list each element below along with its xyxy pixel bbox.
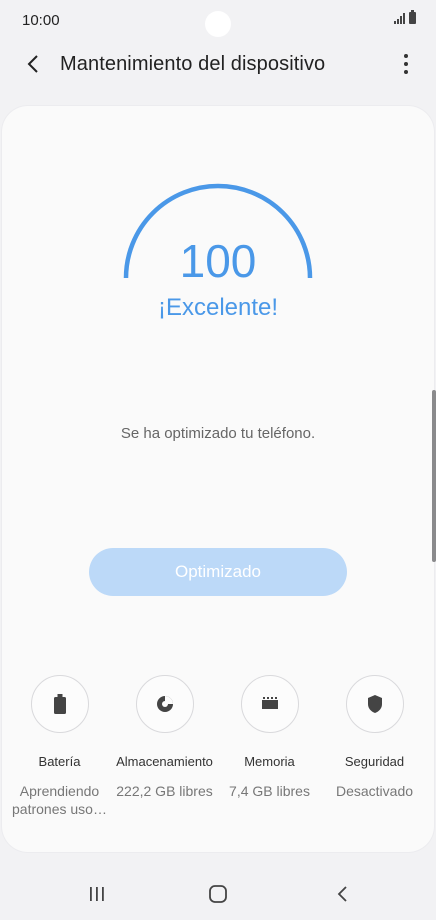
storage-tile-icon-button[interactable] — [135, 675, 194, 733]
memory-tile-value: 7,4 GB libres — [229, 783, 310, 799]
shield-icon — [367, 695, 382, 713]
front-camera-cutout — [205, 11, 231, 37]
security-tile-icon-button[interactable] — [345, 675, 404, 733]
security-tile-label: Seguridad — [344, 754, 405, 769]
pie-chart-icon — [156, 696, 173, 712]
page-title: Mantenimiento del dispositivo — [60, 53, 326, 75]
scrollbar-thumb[interactable] — [432, 390, 436, 562]
status-time: 10:00 — [22, 12, 60, 29]
status-message: Se ha optimizado tu teléfono. — [120, 425, 316, 442]
recent-apps-icon — [90, 887, 104, 901]
memory-tile-icon-button[interactable] — [240, 675, 299, 733]
signal-icon — [394, 12, 405, 24]
recent-apps-button[interactable] — [86, 884, 108, 909]
maintenance-card: 100 ¡Excelente! Se ha optimizado tu telé… — [2, 106, 434, 852]
battery-status-icon — [409, 10, 416, 24]
status-icons — [394, 10, 416, 24]
memory-tile-label: Memoria — [244, 754, 295, 769]
security-tile[interactable]: Seguridad Desactivado — [322, 675, 427, 800]
score-value: 100 — [179, 235, 257, 287]
home-icon — [209, 885, 227, 903]
more-dot — [404, 70, 408, 74]
security-tile-value: Desactivado — [335, 783, 414, 799]
back-button[interactable] — [20, 48, 50, 80]
more-options-button[interactable] — [398, 50, 414, 78]
storage-tile[interactable]: Almacenamiento 222,2 GB libres — [112, 675, 217, 800]
more-dot — [404, 54, 408, 58]
memory-chip-icon — [261, 697, 278, 709]
home-button[interactable] — [207, 884, 229, 909]
battery-icon — [53, 694, 66, 714]
chevron-left-icon — [27, 55, 38, 73]
status-bar: 10:00 — [0, 0, 436, 40]
storage-tile-value: 222,2 GB libres — [116, 783, 213, 799]
memory-tile[interactable]: Memoria 7,4 GB libres — [217, 675, 322, 800]
navigation-bar — [0, 870, 436, 920]
battery-tile-label: Batería — [38, 754, 81, 769]
battery-tile-value: Aprendiendo patrones uso… — [12, 783, 107, 817]
back-arrow-icon — [337, 886, 347, 902]
optimized-button[interactable]: Optimizado — [89, 548, 347, 596]
score-rating: ¡Excelente! — [157, 294, 279, 321]
storage-tile-label: Almacenamiento — [116, 754, 213, 769]
battery-tile-icon-button[interactable] — [30, 675, 89, 733]
battery-tile[interactable]: Batería Aprendiendo patrones uso… — [7, 675, 112, 818]
nav-back-button[interactable] — [332, 884, 354, 909]
app-bar: Mantenimiento del dispositivo — [0, 40, 436, 90]
more-dot — [404, 62, 408, 66]
